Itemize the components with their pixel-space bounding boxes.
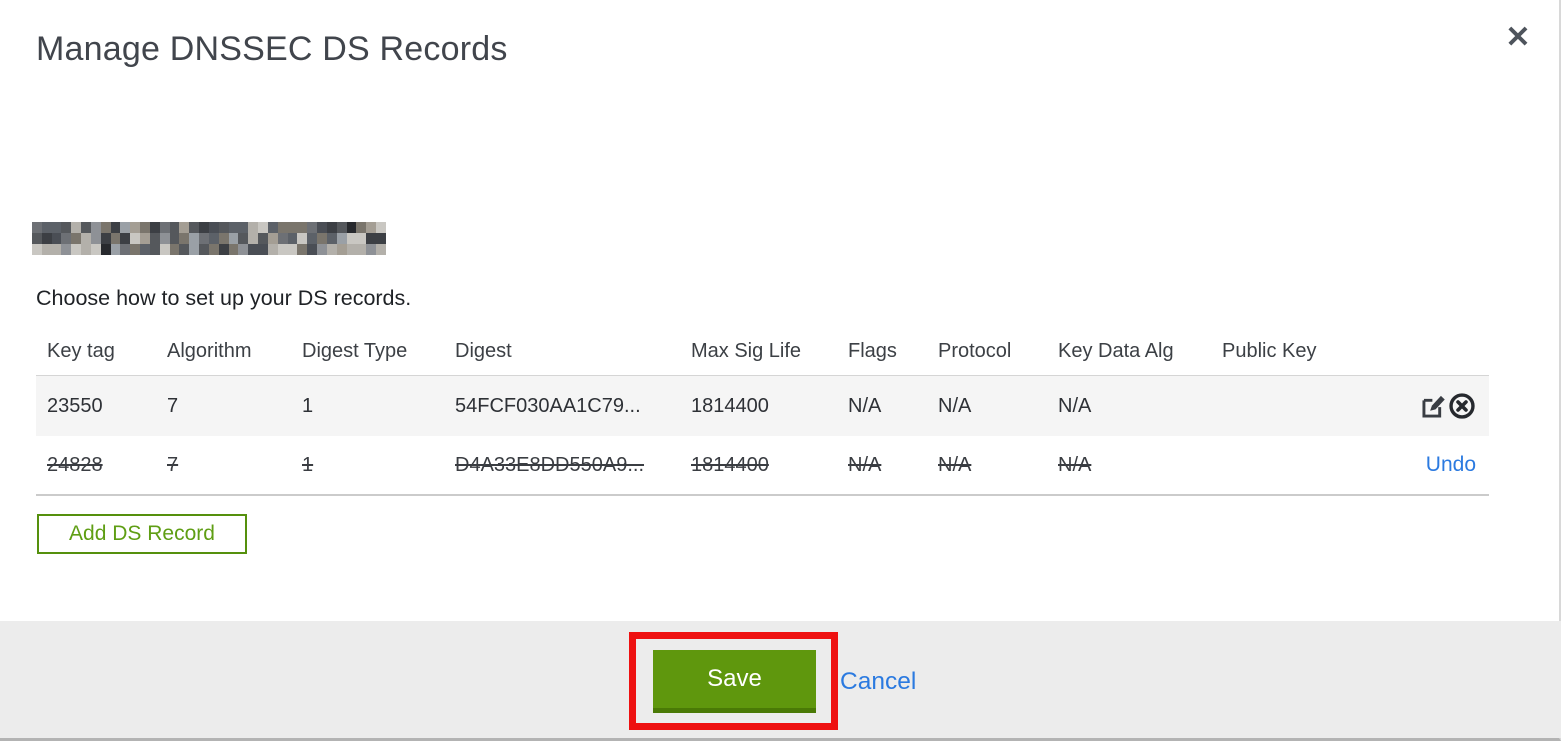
column-header-protocol: Protocol [938,340,1012,362]
ds-record-row-deleted: 24828 7 1 D4A33E8DD550A9... 1814400 N/A … [36,436,1489,496]
cell-digest-type: 1 [302,453,314,476]
cell-key-tag: 23550 [47,394,103,417]
redacted-domain-name [32,222,386,255]
row-actions: Undo [1369,453,1489,477]
ds-records-table: Key tag Algorithm Digest Type Digest Max… [36,328,1489,496]
cell-max-sig-life: 1814400 [691,394,769,417]
ds-record-row: 23550 7 1 54FCF030AA1C79... 1814400 N/A … [36,376,1489,436]
cell-key-data-alg: N/A [1058,453,1092,476]
row-actions [1369,392,1489,420]
save-button[interactable]: Save [653,650,816,713]
instruction-text: Choose how to set up your DS records. [36,286,412,310]
column-header-key-data-alg: Key Data Alg [1058,340,1174,362]
close-icon[interactable]: ✕ [1498,18,1538,58]
column-header-key-tag: Key tag [47,340,115,362]
column-header-max-sig-life: Max Sig Life [691,340,802,362]
cell-key-data-alg: N/A [1058,394,1092,417]
column-header-algorithm: Algorithm [167,340,252,362]
cancel-link[interactable]: Cancel [840,668,916,696]
cell-algorithm: 7 [167,453,179,476]
cell-digest-type: 1 [302,394,314,417]
undo-link[interactable]: Undo [1426,453,1476,477]
modal-title: Manage DNSSEC DS Records [36,30,508,68]
manage-dnssec-modal: Manage DNSSEC DS Records ✕ Choose how to… [0,0,1561,741]
cell-flags: N/A [848,453,882,476]
column-header-public-key: Public Key [1222,340,1317,362]
cell-algorithm: 7 [167,394,179,417]
add-ds-record-button[interactable]: Add DS Record [37,514,247,554]
cell-key-tag: 24828 [47,453,103,476]
cell-digest: 54FCF030AA1C79... [455,394,641,417]
edit-record-icon[interactable] [1419,392,1447,420]
column-header-digest-type: Digest Type [302,340,408,362]
cell-digest: D4A33E8DD550A9... [455,453,645,476]
table-header-row: Key tag Algorithm Digest Type Digest Max… [36,328,1489,376]
cell-flags: N/A [848,394,882,417]
column-header-flags: Flags [848,340,897,362]
cell-max-sig-life: 1814400 [691,453,769,476]
cell-protocol: N/A [938,394,972,417]
column-header-digest: Digest [455,340,512,362]
cell-protocol: N/A [938,453,972,476]
delete-record-icon[interactable] [1448,392,1476,420]
